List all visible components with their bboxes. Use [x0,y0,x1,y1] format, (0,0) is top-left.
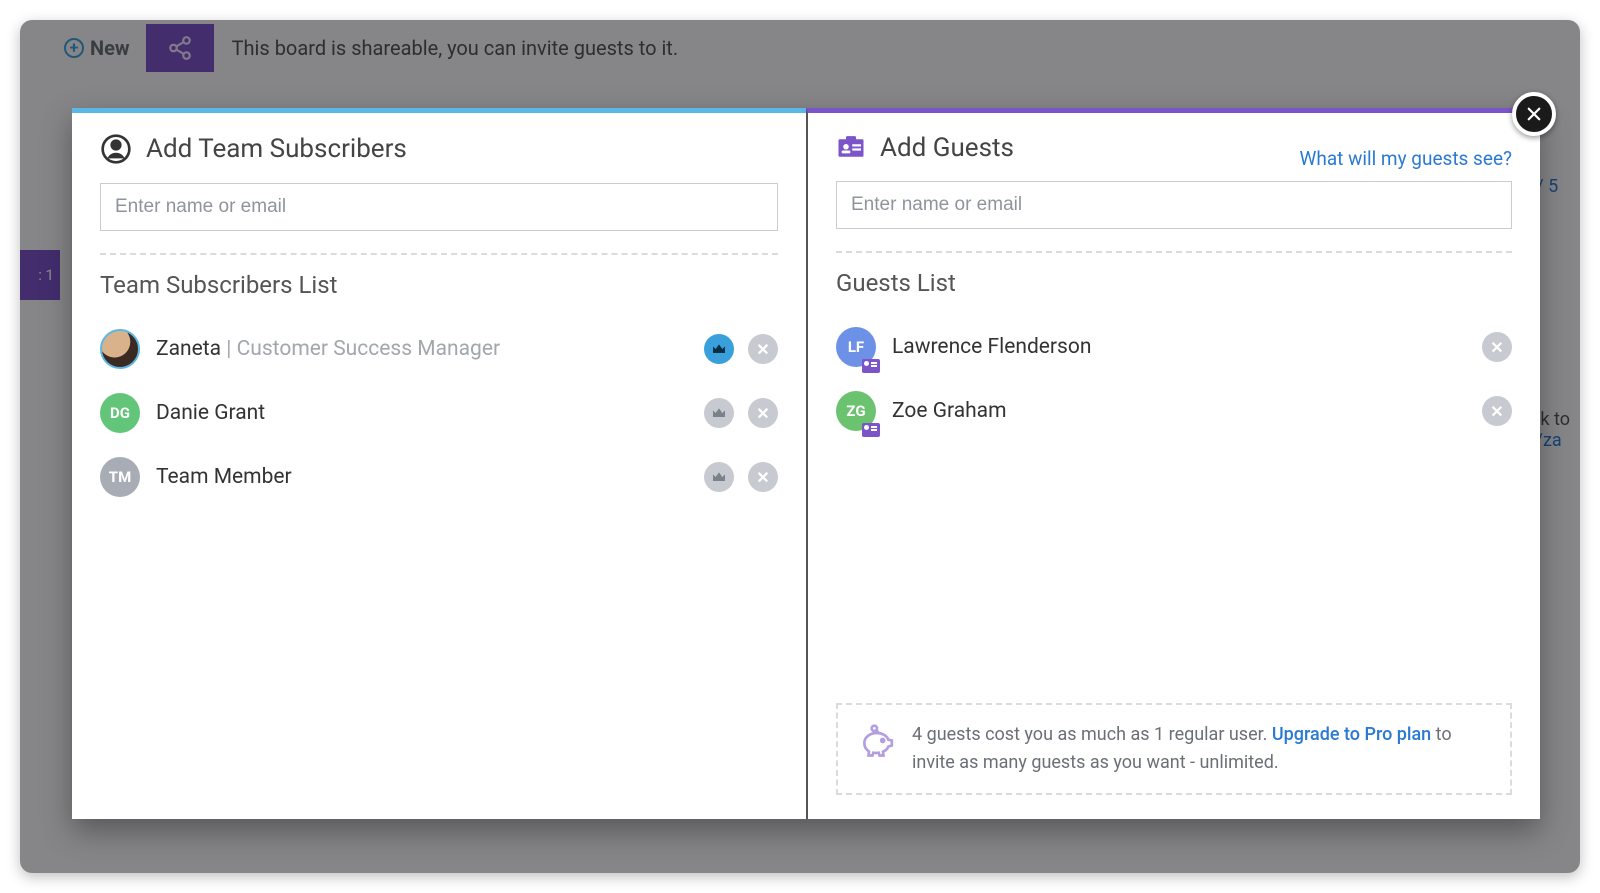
upgrade-text: 4 guests cost you as much as 1 regular u… [912,721,1492,777]
share-modal: Add Team Subscribers Team Subscribers Li… [72,108,1540,819]
upgrade-callout: 4 guests cost you as much as 1 regular u… [836,703,1512,795]
close-modal-button[interactable] [1512,92,1556,136]
crown-icon [711,469,727,485]
divider [836,251,1512,253]
team-subscribers-panel: Add Team Subscribers Team Subscribers Li… [72,108,806,819]
guest-name: Zoe Graham [892,399,1007,423]
avatar: DG [100,393,140,433]
team-list-title: Team Subscribers List [100,271,778,299]
make-owner-button[interactable] [704,462,734,492]
crown-icon [711,405,727,421]
team-panel-header: Add Team Subscribers [100,133,778,165]
crown-icon [711,341,727,357]
avatar: LF [836,327,876,367]
make-owner-button[interactable] [704,398,734,428]
guest-row: LF Lawrence Flenderson ✕ [836,315,1512,379]
avatar: ZG [836,391,876,431]
remove-guest-button[interactable]: ✕ [1482,332,1512,362]
avatar [100,329,140,369]
id-card-icon [836,133,866,163]
remove-member-button[interactable]: ✕ [748,398,778,428]
upgrade-link[interactable]: Upgrade to Pro plan [1272,724,1431,745]
team-member-row: TM Team Member ✕ [100,445,778,509]
guest-tag-icon [862,423,880,437]
piggy-bank-icon [856,723,896,763]
guests-panel: Add Guests What will my guests see? Gues… [806,108,1540,819]
member-role: | Customer Success Manager [226,337,500,361]
guests-list-title: Guests List [836,269,1512,297]
team-panel-title: Add Team Subscribers [146,134,407,164]
close-icon [1525,105,1543,123]
divider [100,253,778,255]
guest-name: Lawrence Flenderson [892,335,1091,359]
remove-member-button[interactable]: ✕ [748,462,778,492]
member-name: Team Member [156,465,292,489]
person-circle-icon [100,133,132,165]
app-window: + New This board is shareable, you can i… [20,20,1580,873]
guests-panel-title: Add Guests [880,133,1014,163]
guest-row: ZG Zoe Graham ✕ [836,379,1512,443]
owner-badge[interactable] [704,334,734,364]
remove-guest-button[interactable]: ✕ [1482,396,1512,426]
remove-member-button[interactable]: ✕ [748,334,778,364]
member-name: Danie Grant [156,401,265,425]
guest-tag-icon [862,359,880,373]
avatar: TM [100,457,140,497]
team-member-row: DG Danie Grant ✕ [100,381,778,445]
member-name: Zaneta | Customer Success Manager [156,337,500,361]
team-member-row: Zaneta | Customer Success Manager ✕ [100,317,778,381]
team-search-input[interactable] [100,183,778,231]
guest-search-input[interactable] [836,181,1512,229]
guests-help-link[interactable]: What will my guests see? [1300,147,1513,170]
